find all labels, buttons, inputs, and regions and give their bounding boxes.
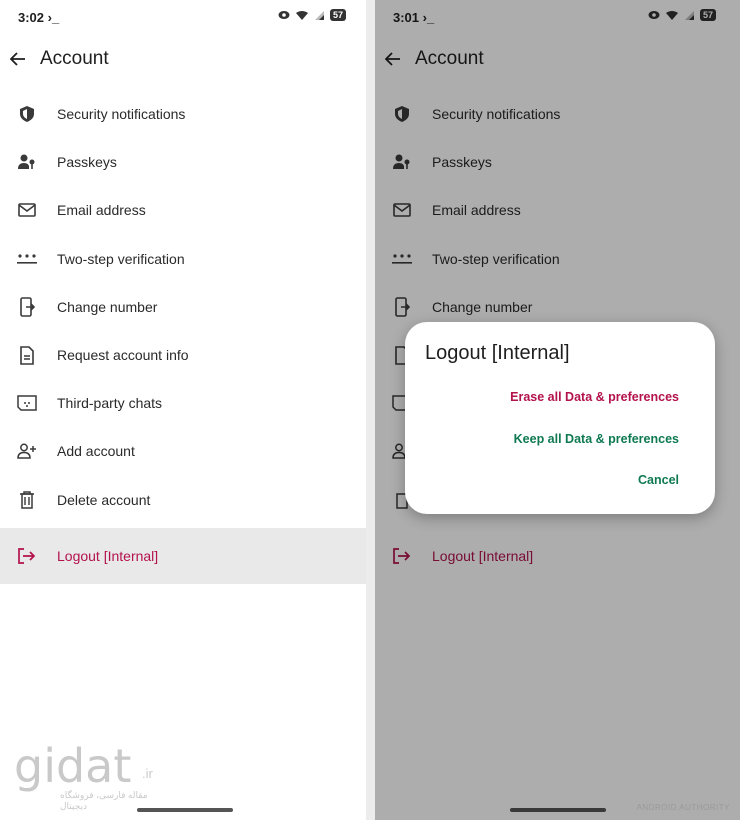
watermark-logo: gidat <box>14 739 132 793</box>
status-bar: 3:02 ›_ 57 <box>0 0 370 34</box>
menu-add-account[interactable]: Add account <box>0 427 370 475</box>
logout-icon <box>16 545 38 567</box>
menu-label: Two-step verification <box>57 250 185 267</box>
app-bar: Account <box>0 44 370 74</box>
keep-data-button[interactable]: Keep all Data & preferences <box>514 432 679 446</box>
battery-icon: 57 <box>329 9 346 21</box>
document-icon <box>16 344 38 366</box>
right-screen: 3:01 ›_ 57 Account Security notification… <box>375 0 740 820</box>
signal-icon <box>314 10 324 20</box>
account-menu: Security notifications Passkeys Email ad… <box>0 90 370 584</box>
status-time: 3:02 ›_ <box>18 10 60 25</box>
menu-email-address[interactable]: Email address <box>0 186 370 234</box>
menu-third-party-chats[interactable]: Third-party chats <box>0 379 370 427</box>
pin-dots-icon <box>16 248 38 270</box>
menu-label: Logout [Internal] <box>57 547 159 564</box>
phone-transfer-icon <box>16 296 38 318</box>
logout-dialog: Logout [Internal] Erase all Data & prefe… <box>405 322 715 514</box>
menu-label: Security notifications <box>57 106 186 123</box>
dialog-title: Logout [Internal] <box>425 342 570 364</box>
menu-label: Delete account <box>57 491 151 508</box>
menu-label: Request account info <box>57 347 189 364</box>
page-title: Account <box>40 48 109 69</box>
menu-two-step-verification[interactable]: Two-step verification <box>0 235 370 283</box>
watermark-gidat: gidat .ir مقاله فارسی، فروشگاه دیجیتال <box>14 739 174 811</box>
menu-label: Change number <box>57 298 158 315</box>
cancel-button[interactable]: Cancel <box>638 473 679 487</box>
menu-label: Add account <box>57 443 135 460</box>
menu-logout[interactable]: Logout [Internal] <box>0 527 370 584</box>
watermark-credit: ANDROID AUTHORITY <box>636 803 730 812</box>
arrow-back-icon <box>10 52 25 66</box>
erase-data-button[interactable]: Erase all Data & preferences <box>510 390 679 404</box>
add-person-icon <box>16 440 38 462</box>
menu-label: Third-party chats <box>57 395 163 412</box>
menu-security-notifications[interactable]: Security notifications <box>0 90 370 138</box>
menu-label: Passkeys <box>57 154 117 171</box>
mail-icon <box>16 199 38 221</box>
shield-icon <box>16 103 38 125</box>
panel-divider <box>366 0 375 820</box>
passkey-icon <box>16 151 38 173</box>
trash-icon <box>16 489 38 511</box>
menu-passkeys[interactable]: Passkeys <box>0 138 370 186</box>
eye-icon <box>278 11 290 19</box>
chat-icon <box>16 392 38 414</box>
screenshot-stage: 3:02 ›_ 57 Account Security notification… <box>0 0 740 820</box>
wifi-icon <box>295 10 308 20</box>
menu-delete-account[interactable]: Delete account <box>0 476 370 524</box>
menu-request-account-info[interactable]: Request account info <box>0 331 370 379</box>
watermark-tld: .ir <box>142 766 153 781</box>
menu-change-number[interactable]: Change number <box>0 283 370 331</box>
gesture-bar[interactable] <box>137 808 233 812</box>
back-button[interactable] <box>8 48 28 70</box>
menu-label: Email address <box>57 202 146 219</box>
status-icons: 57 <box>278 9 346 21</box>
left-screen: 3:02 ›_ 57 Account Security notification… <box>0 0 370 820</box>
